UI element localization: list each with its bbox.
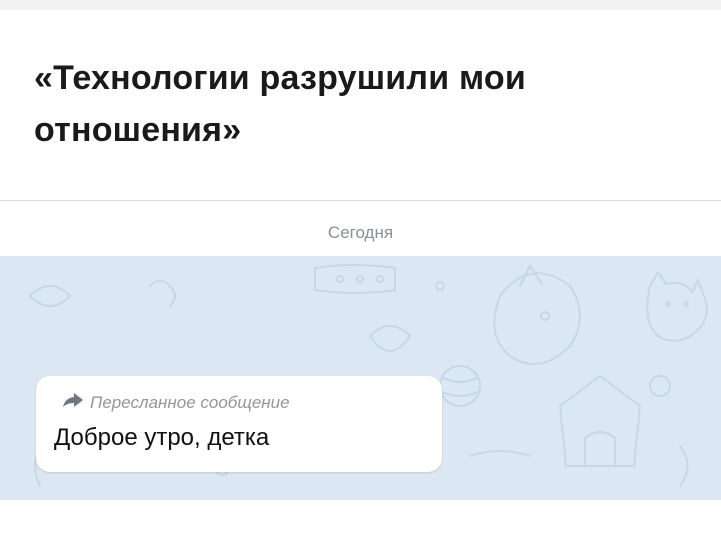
meme-title: «Технологии разрушили мои отношения»: [34, 59, 526, 149]
top-strip: [0, 0, 721, 10]
forward-arrow-icon: [62, 393, 84, 411]
message-text: Доброе утро, детка: [54, 424, 270, 451]
date-label: Сегодня: [327, 223, 394, 242]
date-header: Сегодня: [0, 201, 721, 256]
message-bubble[interactable]: Пересланное сообщение Доброе утро, детка: [36, 376, 442, 472]
bottom-margin: [0, 500, 721, 552]
chat-screenshot: Сегодня Пересланное сообщение Доброе утр…: [0, 200, 721, 500]
chat-background: Пересланное сообщение Доброе утро, детка: [0, 256, 721, 500]
forwarded-header: Пересланное сообщение: [62, 392, 290, 414]
bubble-tail: [36, 376, 52, 392]
forwarded-label: Пересланное сообщение: [90, 393, 290, 412]
